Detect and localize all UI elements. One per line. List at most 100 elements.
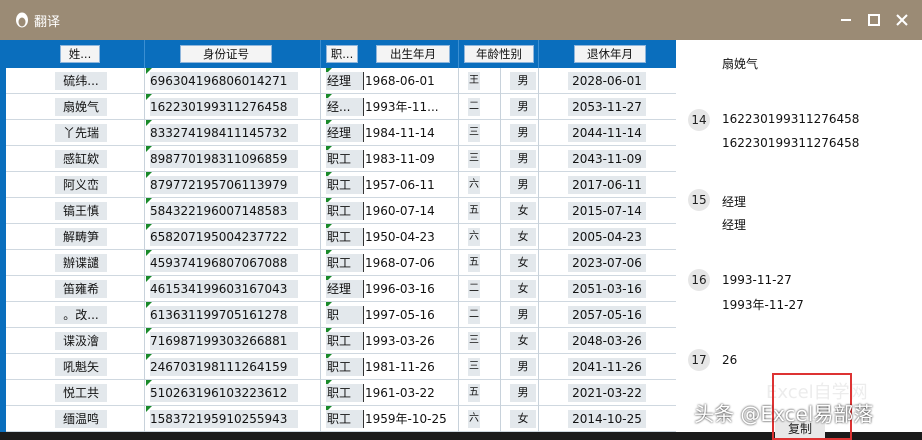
column-divider [500, 68, 501, 94]
sex-cell: 男 [510, 358, 536, 376]
birth-cell: 1993-03-26 [365, 334, 435, 348]
retire-cell: 2043-11-09 [568, 150, 646, 168]
birth-cell: 1968-06-01 [365, 74, 435, 88]
column-divider [144, 146, 145, 172]
column-divider [144, 302, 145, 328]
retire-cell: 2021-03-22 [568, 384, 646, 402]
id-cell: 461534199603167043 [150, 280, 298, 298]
entry-line1[interactable]: 经理 [722, 193, 746, 210]
sex-cell: 男 [510, 98, 536, 116]
sex-cell: 男 [510, 176, 536, 194]
id-cell: 158372195910255943 [150, 410, 298, 428]
table-row: 硫纬... 696304196806014271 经理 1968-06-01 王 男 202… [6, 68, 676, 94]
age-cell: 二 [468, 280, 480, 298]
header-divider [538, 40, 539, 68]
column-divider [538, 328, 539, 354]
birth-cell: 1984-11-14 [365, 126, 435, 140]
title-bar: 翻译 [0, 0, 922, 40]
column-divider [500, 224, 501, 250]
column-divider [144, 380, 145, 406]
header-divider [458, 40, 459, 68]
job-cell: 职工 [326, 332, 364, 350]
column-divider [538, 94, 539, 120]
column-divider [500, 406, 501, 432]
entry-line1[interactable]: 1993-11-27 [722, 273, 792, 287]
table-header: 姓... 身份证号 职... 出生年月 年龄性别 退休年月 [6, 40, 676, 68]
birth-cell: 1957-06-11 [365, 178, 435, 192]
name-cell: 谍汲澮 [55, 332, 107, 350]
id-cell: 658207195004237722 [150, 228, 298, 246]
id-cell: 584322196007148583 [150, 202, 298, 220]
table-row: 吼魁矢 246703198111264159 职工 1981-11-26 三 男 2041-… [6, 354, 676, 380]
sex-cell: 女 [510, 410, 536, 428]
sex-cell: 女 [510, 280, 536, 298]
header-retire: 退休年月 [574, 45, 646, 63]
age-cell: 三 [468, 332, 480, 350]
column-divider [320, 302, 321, 328]
sex-cell: 女 [510, 254, 536, 272]
retire-cell: 2017-06-11 [568, 176, 646, 194]
minimize-icon[interactable] [836, 10, 856, 30]
birth-cell: 1996-03-16 [365, 282, 435, 296]
job-cell: 职工 [326, 384, 364, 402]
entry-number: 15 [688, 189, 710, 211]
column-divider [320, 198, 321, 224]
column-divider [538, 146, 539, 172]
column-divider [320, 276, 321, 302]
table-row: 感缸欸 898770198311096859 职工 1983-11-09 三 男 2043-… [6, 146, 676, 172]
entry-number: 14 [688, 109, 710, 131]
header-name: 姓... [60, 45, 100, 63]
header-age-sex: 年龄性别 [464, 45, 534, 63]
column-divider [538, 276, 539, 302]
table-row: 笛雍希 461534199603167043 经理 1996-03-16 二 女 2051-… [6, 276, 676, 302]
close-icon[interactable] [892, 10, 912, 30]
maximize-icon[interactable] [864, 10, 884, 30]
entry-line2[interactable]: 1993年-11-27 [722, 296, 804, 313]
column-divider [320, 94, 321, 120]
birth-cell: 1968-07-06 [365, 256, 435, 270]
column-divider [500, 250, 501, 276]
table-row: 丫先瑞 833274198411145732 经理 1984-11-14 三 男 2044-… [6, 120, 676, 146]
name-cell: 镐王慎 [55, 202, 107, 220]
retire-cell: 2015-07-14 [568, 202, 646, 220]
column-divider [538, 198, 539, 224]
watermark-main: 头条 @Excel易部落 [694, 402, 874, 426]
column-divider [144, 94, 145, 120]
column-divider [320, 224, 321, 250]
name-cell: 辦谍譴 [55, 254, 107, 272]
age-cell: 六 [468, 176, 480, 194]
name-cell: 感缸欸 [55, 150, 107, 168]
sex-cell: 男 [510, 306, 536, 324]
retire-cell: 2041-11-26 [568, 358, 646, 376]
source-image-panel: 姓... 身份证号 职... 出生年月 年龄性别 退休年月 硫纬... 69630… [6, 40, 676, 432]
column-divider [144, 328, 145, 354]
column-divider [320, 146, 321, 172]
sex-cell: 女 [510, 202, 536, 220]
column-divider [538, 250, 539, 276]
column-divider [538, 380, 539, 406]
name-cell: 解畴笋 [55, 228, 107, 246]
table-row: 辦谍譴 459374196807067088 职工 1968-07-06 五 女 2023-… [6, 250, 676, 276]
column-divider [144, 250, 145, 276]
retire-cell: 2044-11-14 [568, 124, 646, 142]
retire-cell: 2057-05-16 [568, 306, 646, 324]
header-divider [144, 40, 145, 68]
id-cell: 898770198311096859 [150, 150, 298, 168]
column-divider [320, 328, 321, 354]
column-divider [320, 406, 321, 432]
name-cell: 硫纬... [55, 72, 107, 90]
entry-line1[interactable]: 162230199311276458 [722, 112, 859, 126]
column-divider [320, 68, 321, 94]
column-divider [320, 172, 321, 198]
entry-line2[interactable]: 经理 [722, 216, 746, 233]
penguin-icon [16, 12, 28, 28]
birth-cell: 1993年-11... [365, 100, 439, 114]
entry-line1[interactable]: 26 [722, 353, 737, 367]
retire-cell: 2028-06-01 [568, 72, 646, 90]
column-divider [144, 354, 145, 380]
column-divider [538, 68, 539, 94]
sex-cell: 男 [510, 72, 536, 90]
id-cell: 162230199311276458 [150, 98, 298, 116]
header-divider [320, 40, 321, 68]
entry-line2[interactable]: 162230199311276458 [722, 136, 859, 150]
